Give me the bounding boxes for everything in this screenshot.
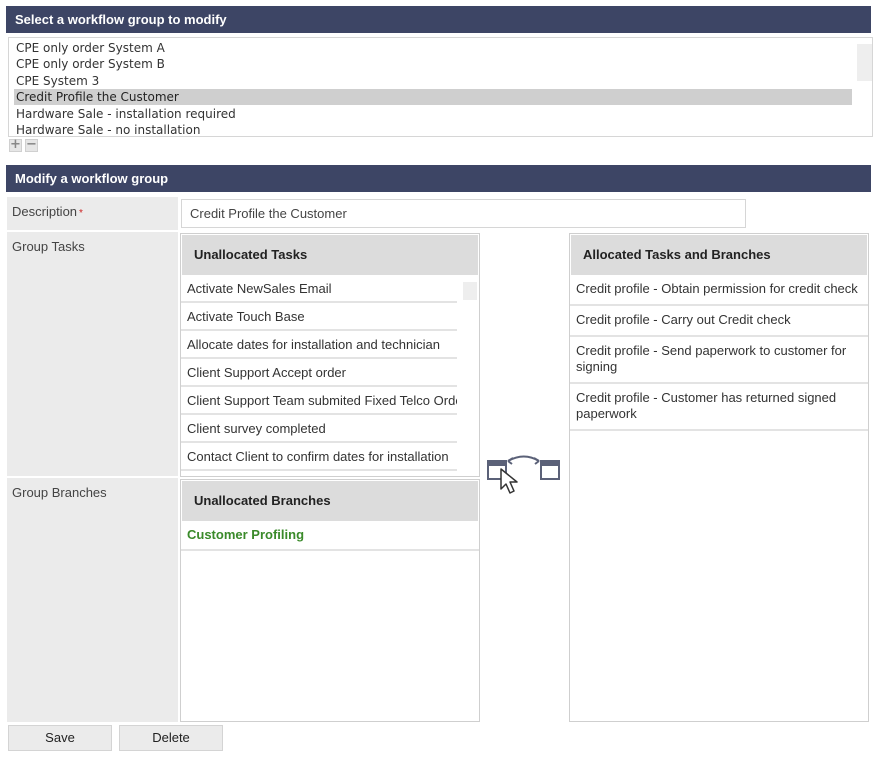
tasks-scrollbar[interactable] (463, 282, 477, 300)
group-tasks-label-cell: Group Tasks (7, 232, 178, 476)
task-item[interactable]: Contact Client to confirm dates for inst… (181, 443, 457, 471)
branch-item[interactable]: Customer Profiling (181, 521, 479, 551)
allocated-tasks-title: Allocated Tasks and Branches (571, 235, 867, 275)
drag-transfer-icon (486, 455, 564, 500)
task-item[interactable]: Client Support Team submited Fixed Telco… (181, 387, 457, 415)
list-item[interactable]: CPE only order System B (14, 56, 852, 72)
unallocated-tasks-title: Unallocated Tasks (182, 235, 478, 275)
workflow-group-list[interactable]: CPE only order System A CPE only order S… (8, 37, 873, 137)
group-branches-label: Group Branches (12, 485, 107, 500)
list-item-selected[interactable]: Credit Profile the Customer (14, 89, 852, 105)
select-group-header: Select a workflow group to modify (6, 6, 871, 33)
list-item[interactable]: CPE System 3 (14, 73, 852, 89)
task-item[interactable]: Allocate dates for installation and tech… (181, 331, 457, 359)
delete-button[interactable]: Delete (119, 725, 223, 751)
list-scrollbar[interactable] (857, 44, 872, 81)
unallocated-tasks-panel: Unallocated Tasks Activate NewSales Emai… (180, 233, 480, 477)
branch-link[interactable]: Customer Profiling (187, 527, 304, 542)
unallocated-branches-title: Unallocated Branches (182, 481, 478, 521)
group-branches-label-cell: Group Branches (7, 478, 178, 722)
description-label: Description (12, 204, 78, 219)
task-item[interactable]: Activate Touch Base (181, 303, 457, 331)
list-item[interactable]: CPE only order System A (14, 40, 852, 56)
allocated-tasks-panel: Allocated Tasks and Branches Credit prof… (569, 233, 869, 722)
plus-icon[interactable]: + (9, 138, 22, 152)
group-tasks-label: Group Tasks (12, 239, 85, 254)
task-item[interactable]: Activate NewSales Email (181, 275, 457, 303)
task-item[interactable]: Client Support Accept order (181, 359, 457, 387)
select-group-title: Select a workflow group to modify (15, 12, 227, 27)
modify-group-header: Modify a workflow group (6, 165, 871, 192)
required-asterisk: * (79, 208, 83, 219)
allocated-item[interactable]: Credit profile - Carry out Credit check (570, 306, 868, 337)
minus-icon[interactable]: − (25, 138, 38, 152)
description-label-cell: Description * (7, 197, 178, 230)
allocated-item[interactable]: Credit profile - Customer has returned s… (570, 384, 868, 431)
allocated-item[interactable]: Credit profile - Send paperwork to custo… (570, 337, 868, 384)
allocated-item[interactable]: Credit profile - Obtain permission for c… (570, 275, 868, 306)
save-button[interactable]: Save (8, 725, 112, 751)
unallocated-branches-panel: Unallocated Branches Customer Profiling (180, 479, 480, 722)
modify-group-title: Modify a workflow group (15, 171, 169, 186)
list-item[interactable]: Hardware Sale - no installation (14, 122, 852, 136)
list-item[interactable]: Hardware Sale - installation required (14, 106, 852, 122)
description-input[interactable] (181, 199, 746, 228)
task-item[interactable]: Client survey completed (181, 415, 457, 443)
